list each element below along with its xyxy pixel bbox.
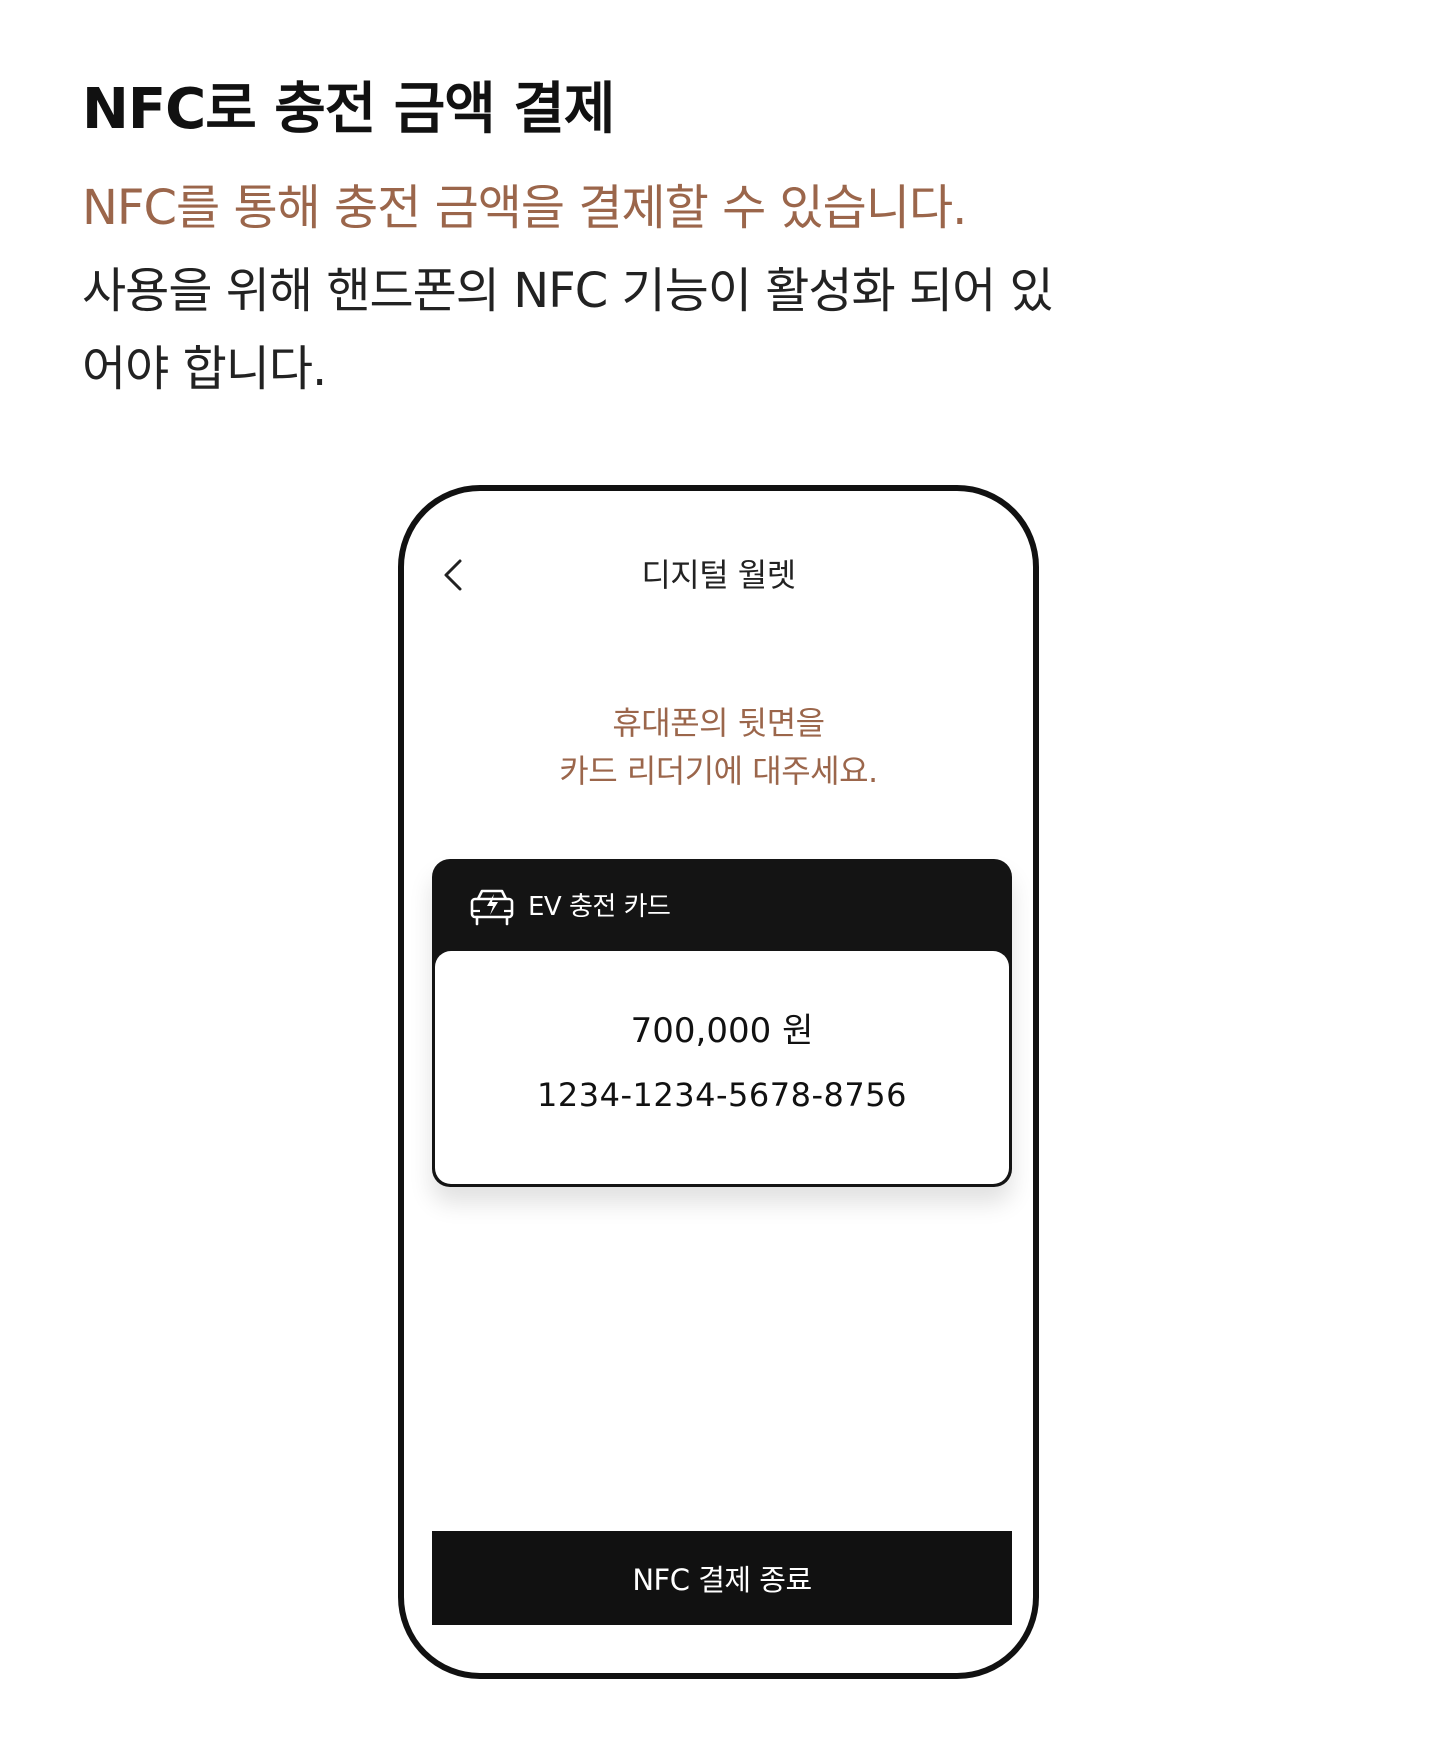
page-heading: NFC로 충전 금액 결제: [82, 77, 615, 142]
guide-line-2: 카드 리더기에 대주세요.: [559, 752, 878, 790]
card-number: 1234-1234-5678-8756: [537, 1076, 907, 1114]
ev-charger-car-icon: [470, 889, 514, 926]
card-balance: 700,000 원: [630, 1011, 814, 1051]
card-label: EV 충전 카드: [528, 892, 671, 922]
nfc-guide-text: 휴대폰의 뒷면을 카드 리더기에 대주세요.: [404, 699, 1033, 795]
card-header: EV 충전 카드: [468, 885, 671, 929]
screen-title: 디지털 월렛: [641, 556, 796, 594]
end-nfc-payment-button[interactable]: NFC 결제 종료: [432, 1531, 1012, 1625]
ev-charging-card[interactable]: EV 충전 카드 700,000 원 1234-1234-5678-8756: [432, 859, 1012, 1187]
card-body: 700,000 원 1234-1234-5678-8756: [435, 951, 1009, 1184]
intro-description: 사용을 위해 핸드폰의 NFC 기능이 활성화 되어 있어야 합니다.: [82, 263, 1054, 397]
intro-accent-text: NFC를 통해 충전 금액을 결제할 수 있습니다.: [82, 180, 967, 236]
phone-mockup: 디지털 월렛 휴대폰의 뒷면을 카드 리더기에 대주세요. EV 충전 카드 7…: [398, 485, 1039, 1679]
guide-line-1: 휴대폰의 뒷면을: [612, 704, 825, 742]
